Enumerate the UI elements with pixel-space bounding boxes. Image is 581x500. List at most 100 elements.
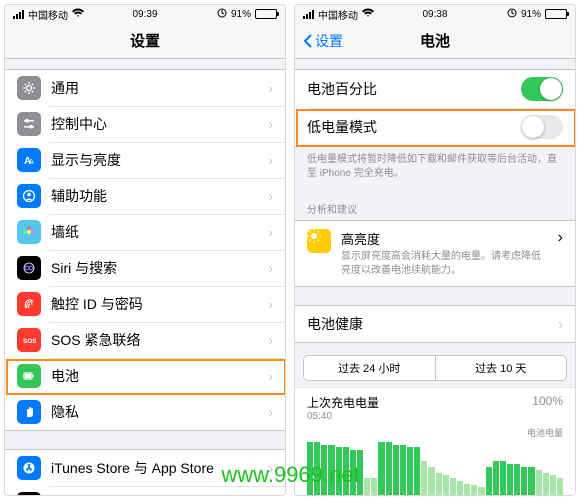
clock-label: 09:39 (132, 9, 157, 20)
low-power-mode-row[interactable]: 低电量模式 (295, 108, 575, 146)
privacy-icon (17, 400, 41, 424)
settings-row-siri[interactable]: Siri 与搜索› (5, 250, 285, 286)
wallpaper-icon (17, 220, 41, 244)
signal-bars-icon (13, 10, 24, 19)
chart-bar (421, 461, 427, 495)
chart-bar (428, 467, 434, 495)
segment-10d[interactable]: 过去 10 天 (435, 356, 567, 380)
chart-bar (550, 475, 556, 495)
settings-row-display[interactable]: AA 显示与亮度› (5, 142, 285, 178)
last-charge-section: 上次充电电量 05:40 100% (295, 387, 575, 422)
svg-text:A: A (29, 159, 34, 166)
last-charge-pct: 100% (532, 394, 563, 408)
battery-icon (545, 9, 567, 19)
chevron-right-icon: › (268, 80, 273, 96)
display-icon: AA (17, 148, 41, 172)
settings-list[interactable]: 通用›控制中心›AA显示与亮度›辅助功能›墙纸›Siri 与搜索›触控 ID 与… (5, 59, 285, 495)
settings-row-general[interactable]: 通用› (5, 70, 285, 106)
battery-percentage-toggle[interactable] (521, 77, 563, 101)
navbar: 设置 电池 (295, 23, 575, 59)
accessibility-icon (17, 184, 41, 208)
chart-bar (528, 467, 534, 495)
settings-row-privacy[interactable]: 隐私› (5, 394, 285, 430)
battery-content[interactable]: 电池百分比 低电量模式 低电量模式将暂时降低如下载和邮件获取等后台活动，直至 i… (295, 59, 575, 495)
settings-row-battery[interactable]: 电池› (5, 358, 285, 394)
chart-bar (393, 445, 399, 495)
row-label: 触控 ID 与密码 (51, 294, 268, 314)
chart-bar (407, 447, 413, 495)
carrier-label: 中国移动 (28, 7, 68, 22)
row-label: 显示与亮度 (51, 150, 268, 170)
row-label: 隐私 (51, 402, 268, 422)
phone-battery: 中国移动 09:38 91% 设置 电池 电池百分比 低电量模式 (294, 4, 576, 496)
signal-bars-icon (303, 10, 314, 19)
page-title: 设置 (130, 30, 160, 51)
phones-container: 中国移动 09:39 91% 设置 通用›控制中心›AA显示与亮度›辅助功能›墙… (0, 0, 581, 500)
chart-bar (443, 475, 449, 495)
chart-bar (507, 464, 513, 495)
orientation-lock-icon (507, 8, 517, 21)
chart-bar (514, 464, 520, 495)
chevron-right-icon: › (268, 332, 273, 348)
row-label: 通用 (51, 78, 268, 98)
time-range-segmented-control[interactable]: 过去 24 小时 过去 10 天 (303, 355, 567, 381)
settings-row-wallpaper[interactable]: 墙纸› (5, 214, 285, 250)
battery-pct-label: 91% (231, 9, 251, 20)
row-label: 电池百分比 (307, 79, 521, 99)
battery-health-row[interactable]: 电池健康 › (295, 306, 575, 342)
segment-24h[interactable]: 过去 24 小时 (304, 356, 435, 380)
row-label: 钱包与 Apple Pay (51, 494, 268, 495)
low-power-mode-toggle[interactable] (521, 115, 563, 139)
battery-icon (255, 9, 277, 19)
toggle-group: 电池百分比 低电量模式 (295, 69, 575, 147)
chart-bar (364, 478, 370, 495)
settings-row-accessibility[interactable]: 辅助功能› (5, 178, 285, 214)
settings-row-control-center[interactable]: 控制中心› (5, 106, 285, 142)
row-label: Siri 与搜索 (51, 258, 268, 278)
chart-bar (536, 470, 542, 495)
last-charge-time: 05:40 (307, 411, 379, 422)
chart-bar (386, 442, 392, 495)
chevron-right-icon: › (268, 224, 273, 240)
statusbar: 中国移动 09:38 91% (295, 5, 575, 23)
insights-header: 分析和建议 (295, 187, 575, 220)
back-button[interactable]: 设置 (303, 31, 343, 51)
brightness-insight-row[interactable]: 高亮度 显示屏亮度高会消耗大量的电量。请考虑降低亮度以改善电池续航能力。 › (295, 221, 575, 286)
chart-bar (478, 487, 484, 495)
insights-group: 高亮度 显示屏亮度高会消耗大量的电量。请考虑降低亮度以改善电池续航能力。 › (295, 220, 575, 287)
carrier-label: 中国移动 (318, 7, 358, 22)
chart-bar (486, 467, 492, 495)
back-label: 设置 (315, 31, 343, 51)
wifi-icon (72, 8, 84, 21)
control-center-icon (17, 112, 41, 136)
chart-bar (471, 485, 477, 495)
last-charge-label: 上次充电电量 (307, 394, 379, 411)
chevron-right-icon: › (268, 152, 273, 168)
brightness-icon (307, 229, 331, 253)
watermark-text: www.9969.net (221, 462, 359, 488)
chart-bar (450, 478, 456, 495)
chart-bar (493, 461, 499, 495)
chevron-right-icon: › (558, 316, 563, 332)
chevron-right-icon: › (268, 116, 273, 132)
siri-icon (17, 256, 41, 280)
settings-row-sos[interactable]: SOSSOS 紧急联络› (5, 322, 285, 358)
chart-caption: 电池电量 (295, 422, 575, 439)
row-label: 控制中心 (51, 114, 268, 134)
chart-bar (457, 481, 463, 495)
chart-bar (543, 473, 549, 495)
insight-title: 高亮度 (341, 229, 548, 248)
battery-icon (17, 364, 41, 388)
chevron-right-icon: › (558, 229, 563, 247)
navbar: 设置 (5, 23, 285, 59)
sos-icon: SOS (17, 328, 41, 352)
svg-text:SOS: SOS (23, 338, 36, 345)
chart-bar (414, 447, 420, 495)
chevron-right-icon: › (268, 404, 273, 420)
settings-group: 通用›控制中心›AA显示与亮度›辅助功能›墙纸›Siri 与搜索›触控 ID 与… (5, 69, 285, 431)
chevron-right-icon: › (268, 188, 273, 204)
touchid-icon (17, 292, 41, 316)
row-label: 低电量模式 (307, 117, 521, 137)
settings-row-touchid[interactable]: 触控 ID 与密码› (5, 286, 285, 322)
battery-percentage-row[interactable]: 电池百分比 (295, 70, 575, 108)
